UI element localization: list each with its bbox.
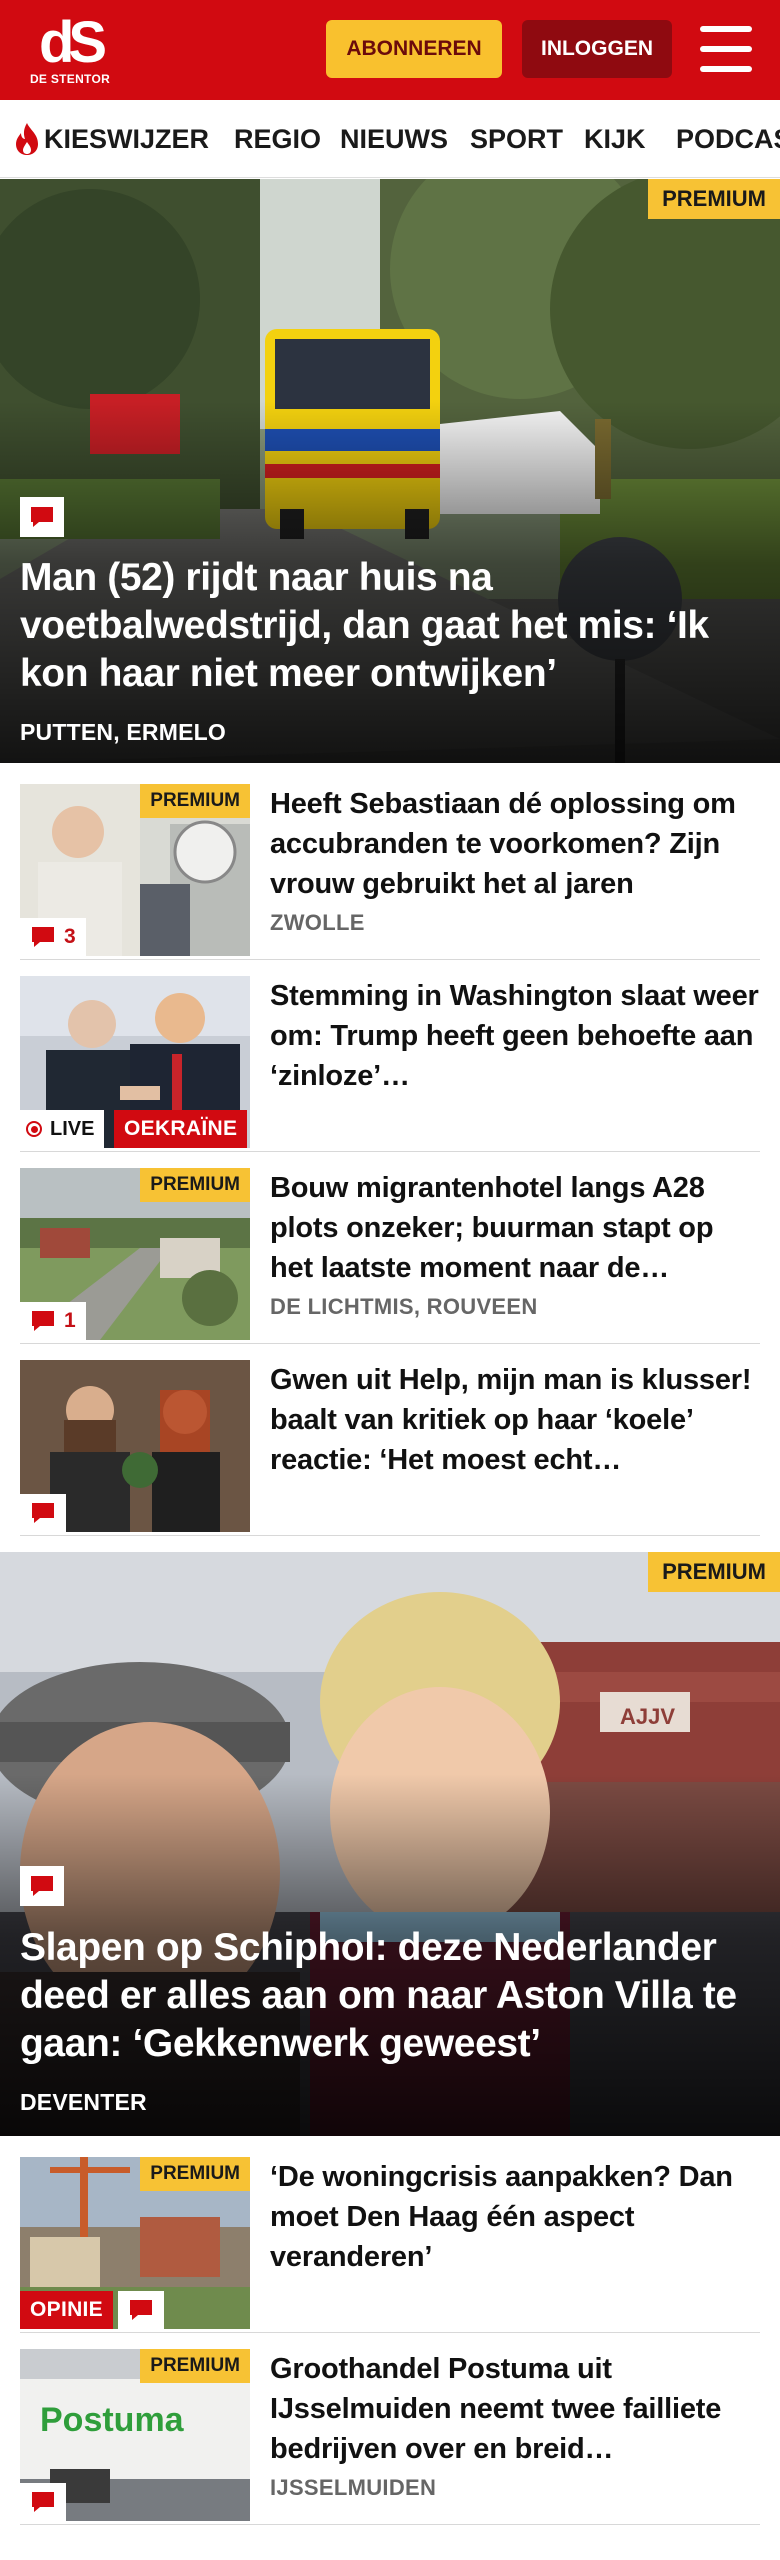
postuma-logo: Postuma <box>40 2401 185 2439</box>
logo-subtitle: DE STENTOR <box>29 72 111 86</box>
premium-badge: PREMIUM <box>648 1552 780 1592</box>
hero-location: DEVENTER <box>20 2089 147 2115</box>
comment-count: 1 <box>20 1302 86 1340</box>
premium-badge: PREMIUM <box>140 2157 250 2191</box>
article-headline[interactable]: Heeft Sebastiaan dé oplossing om accubra… <box>270 784 760 904</box>
hero-headline[interactable]: Man (52) rijdt naar huis na voetbalwedst… <box>20 554 760 698</box>
article-thumbnail: Postuma PREMIUM <box>20 2349 250 2521</box>
nav-item-podcasts[interactable]: PODCASTS <box>676 100 780 177</box>
premium-badge: PREMIUM <box>140 2349 250 2383</box>
subscribe-button[interactable]: ABONNEREN <box>326 20 502 78</box>
live-badge: LIVE <box>20 1110 105 1148</box>
article-headline[interactable]: Stemming in Washington slaat weer om: Tr… <box>270 976 760 1096</box>
opinion-tag: OPINIE <box>20 2291 113 2329</box>
comment-count <box>118 2291 164 2329</box>
comment-count <box>20 2483 66 2521</box>
list-item[interactable]: PREMIUM OPINIE ‘De woningcrisis aanpakke… <box>20 2157 760 2333</box>
menu-icon[interactable] <box>700 26 752 72</box>
article-thumbnail: PREMIUM OPINIE <box>20 2157 250 2329</box>
premium-badge: PREMIUM <box>140 1168 250 1202</box>
list-item[interactable]: PREMIUM 3 Heeft Sebastiaan dé oplossing … <box>20 784 760 960</box>
premium-badge: PREMIUM <box>140 784 250 818</box>
comment-icon <box>20 497 64 537</box>
site-header: dS DE STENTOR ABONNEREN INLOGGEN <box>0 0 780 100</box>
main-nav: KIESWIJZER REGIO NIEUWS SPORT KIJK PODCA… <box>0 100 780 178</box>
article-thumbnail: LIVE OEKRAÏNE <box>20 976 250 1148</box>
logo-mark: dS <box>38 10 107 75</box>
flame-icon <box>16 123 38 155</box>
comment-icon <box>20 1866 64 1906</box>
hero-headline[interactable]: Slapen op Schiphol: deze Nederlander dee… <box>20 1924 760 2068</box>
nav-item-nieuws[interactable]: NIEUWS <box>340 100 448 177</box>
comment-count: 3 <box>20 918 86 956</box>
article-location: ZWOLLE <box>270 910 365 935</box>
article-headline[interactable]: Gwen uit Help, mijn man is klusser! baal… <box>270 1360 760 1480</box>
list-item[interactable]: PREMIUM 1 Bouw migrantenhotel langs A28 … <box>20 1168 760 1344</box>
live-dot-icon <box>26 1121 42 1137</box>
nav-item-kieswijzer[interactable]: KIESWIJZER <box>14 100 210 177</box>
hero-article[interactable]: PREMIUM Man (52) rijdt naar huis na voet… <box>0 179 780 763</box>
comment-icon <box>32 2492 54 2512</box>
site-logo[interactable]: dS DE STENTOR <box>28 14 112 88</box>
comment-count <box>20 1494 66 1532</box>
list-item[interactable]: Gwen uit Help, mijn man is klusser! baal… <box>20 1360 760 1536</box>
article-headline[interactable]: ‘De woningcrisis aanpakken? Dan moet Den… <box>270 2157 760 2277</box>
premium-badge: PREMIUM <box>648 179 780 219</box>
list-item[interactable]: LIVE OEKRAÏNE Stemming in Washington sla… <box>20 976 760 1152</box>
article-thumbnail <box>20 1360 250 1532</box>
hero-location: PUTTEN, ERMELO <box>20 719 226 745</box>
login-button[interactable]: INLOGGEN <box>522 20 672 78</box>
comment-icon <box>130 2300 152 2320</box>
nav-item-kijk[interactable]: KIJK <box>584 100 646 177</box>
list-item[interactable]: Postuma PREMIUM Groothandel Postuma uit … <box>20 2349 760 2525</box>
comment-icon <box>32 1311 54 1331</box>
stadium-sign: AJJV <box>620 1704 675 1729</box>
article-thumbnail: PREMIUM 1 <box>20 1168 250 1340</box>
comment-icon <box>32 927 54 947</box>
hero-article[interactable]: AJJV PREMIUM Slapen op Schiphol: deze Ne… <box>0 1552 780 2136</box>
topic-tag: OEKRAÏNE <box>114 1110 248 1148</box>
article-location: IJSSELMUIDEN <box>270 2475 437 2500</box>
nav-label: KIESWIJZER <box>44 123 210 154</box>
nav-item-sport[interactable]: SPORT <box>470 100 563 177</box>
article-location: DE LICHTMIS, ROUVEEN <box>270 1294 538 1319</box>
article-headline[interactable]: Groothandel Postuma uit IJsselmuiden nee… <box>270 2349 760 2469</box>
nav-item-regio[interactable]: REGIO <box>234 100 321 177</box>
article-headline[interactable]: Bouw migrantenhotel langs A28 plots onze… <box>270 1168 760 1288</box>
article-thumbnail: PREMIUM 3 <box>20 784 250 956</box>
comment-icon <box>32 1503 54 1523</box>
